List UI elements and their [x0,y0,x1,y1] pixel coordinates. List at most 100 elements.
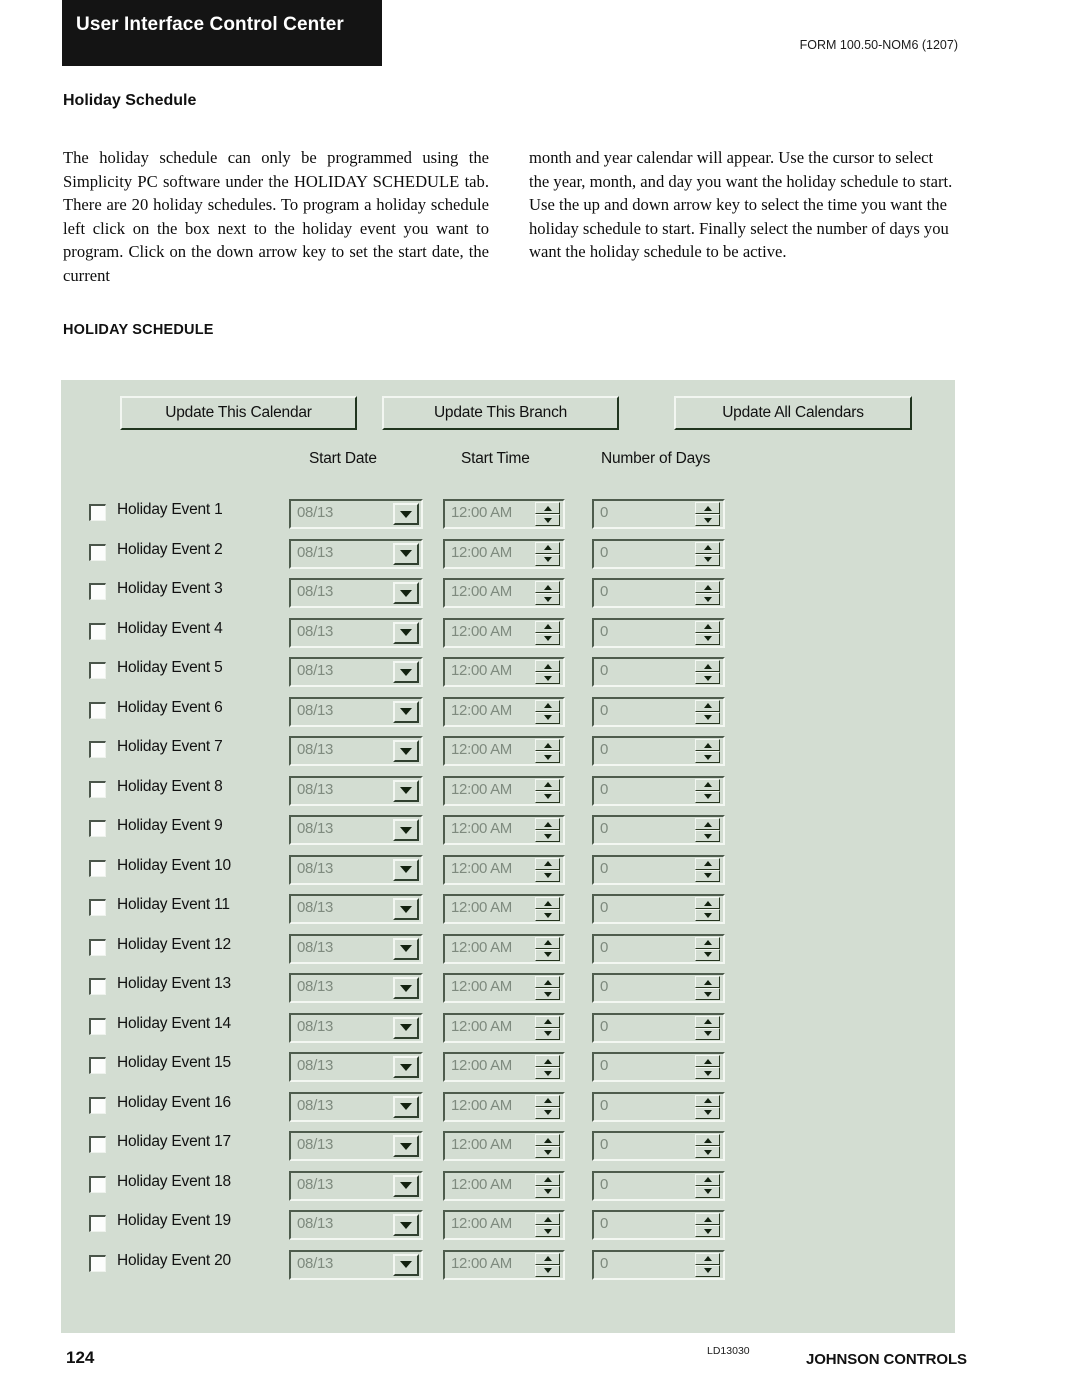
start-time-field[interactable]: 12:00 AM [443,578,565,608]
spinner-up-icon[interactable] [695,581,720,593]
spinner-down-icon[interactable] [695,751,720,763]
start-time-spinner[interactable] [535,1213,560,1238]
chevron-down-icon[interactable] [393,1056,419,1078]
spinner-up-icon[interactable] [535,1173,560,1186]
spinner-up-icon[interactable] [695,1055,720,1067]
spinner-down-icon[interactable] [535,790,560,803]
holiday-event-checkbox[interactable] [89,701,106,719]
number-of-days-spinner[interactable] [695,541,720,567]
start-time-field[interactable]: 12:00 AM [443,538,565,569]
holiday-event-checkbox[interactable] [89,662,106,679]
chevron-down-icon[interactable] [393,621,419,644]
number-of-days-spinner[interactable] [695,897,720,922]
number-of-days-field[interactable]: 0 [592,617,725,648]
spinner-up-icon[interactable] [695,976,720,988]
number-of-days-field[interactable]: 0 [592,973,725,1003]
number-of-days-field[interactable]: 0 [592,1170,725,1201]
spinner-down-icon[interactable] [535,1067,560,1079]
number-of-days-spinner[interactable] [695,1134,720,1159]
spinner-up-icon[interactable] [695,1094,720,1107]
number-of-days-spinner[interactable] [695,660,720,685]
spinner-up-icon[interactable] [535,581,560,593]
spinner-down-icon[interactable] [695,988,720,1000]
number-of-days-field[interactable]: 0 [592,1249,725,1280]
holiday-event-checkbox[interactable] [89,899,106,916]
spinner-down-icon[interactable] [695,830,720,842]
spinner-up-icon[interactable] [535,778,560,791]
spinner-up-icon[interactable] [695,620,720,633]
holiday-event-checkbox[interactable] [89,780,106,798]
chevron-down-icon[interactable] [393,1135,419,1157]
number-of-days-spinner[interactable] [695,1015,720,1041]
start-time-field[interactable]: 12:00 AM [443,1249,565,1280]
chevron-down-icon[interactable] [393,740,419,762]
spinner-down-icon[interactable] [535,553,560,566]
start-time-field[interactable]: 12:00 AM [443,973,565,1003]
spinner-up-icon[interactable] [695,857,720,870]
number-of-days-spinner[interactable] [695,976,720,1001]
start-date-combobox[interactable]: 08/13 [289,894,423,924]
spinner-up-icon[interactable] [535,1213,560,1225]
spinner-down-icon[interactable] [535,1106,560,1119]
start-time-spinner[interactable] [535,818,560,843]
number-of-days-field[interactable]: 0 [592,933,725,964]
start-time-field[interactable]: 12:00 AM [443,499,565,529]
number-of-days-field[interactable]: 0 [592,1131,725,1161]
spinner-up-icon[interactable] [695,897,720,909]
spinner-down-icon[interactable] [535,988,560,1000]
start-time-field[interactable]: 12:00 AM [443,854,565,885]
spinner-down-icon[interactable] [535,593,560,605]
spinner-down-icon[interactable] [695,948,720,961]
chevron-down-icon[interactable] [393,898,419,920]
start-time-field[interactable]: 12:00 AM [443,1210,565,1240]
spinner-up-icon[interactable] [695,1252,720,1265]
start-time-field[interactable]: 12:00 AM [443,1012,565,1043]
start-date-combobox[interactable]: 08/13 [289,854,423,885]
start-time-field[interactable]: 12:00 AM [443,1052,565,1082]
chevron-down-icon[interactable] [393,858,419,881]
holiday-event-checkbox[interactable] [89,1254,106,1272]
spinner-up-icon[interactable] [535,1055,560,1067]
spinner-up-icon[interactable] [695,739,720,751]
spinner-up-icon[interactable] [695,541,720,554]
number-of-days-field[interactable]: 0 [592,1210,725,1240]
start-date-combobox[interactable]: 08/13 [289,1249,423,1280]
chevron-down-icon[interactable] [393,1016,419,1039]
spinner-down-icon[interactable] [695,514,720,526]
start-time-spinner[interactable] [535,502,560,527]
update-this-calendar-button[interactable]: Update This Calendar [120,396,357,430]
spinner-down-icon[interactable] [695,1264,720,1277]
start-date-combobox[interactable]: 08/13 [289,617,423,648]
start-time-spinner[interactable] [535,541,560,567]
spinner-up-icon[interactable] [535,936,560,949]
start-time-spinner[interactable] [535,1015,560,1041]
spinner-up-icon[interactable] [695,1213,720,1225]
spinner-up-icon[interactable] [535,857,560,870]
chevron-down-icon[interactable] [393,779,419,802]
start-time-spinner[interactable] [535,976,560,1001]
start-date-combobox[interactable]: 08/13 [289,775,423,806]
spinner-up-icon[interactable] [695,1173,720,1186]
start-date-combobox[interactable]: 08/13 [289,1210,423,1240]
number-of-days-spinner[interactable] [695,1252,720,1278]
number-of-days-spinner[interactable] [695,1173,720,1199]
spinner-up-icon[interactable] [535,541,560,554]
start-date-combobox[interactable]: 08/13 [289,538,423,569]
spinner-up-icon[interactable] [695,660,720,672]
start-date-combobox[interactable]: 08/13 [289,578,423,608]
number-of-days-spinner[interactable] [695,699,720,725]
spinner-down-icon[interactable] [695,711,720,724]
chevron-down-icon[interactable] [393,819,419,841]
spinner-down-icon[interactable] [535,711,560,724]
number-of-days-spinner[interactable] [695,818,720,843]
spinner-up-icon[interactable] [695,1015,720,1028]
holiday-event-checkbox[interactable] [89,1017,106,1035]
holiday-event-checkbox[interactable] [89,820,106,837]
start-date-combobox[interactable]: 08/13 [289,973,423,1003]
start-time-spinner[interactable] [535,699,560,725]
spinner-down-icon[interactable] [535,751,560,763]
number-of-days-spinner[interactable] [695,1055,720,1080]
spinner-down-icon[interactable] [695,632,720,645]
spinner-down-icon[interactable] [695,1106,720,1119]
chevron-down-icon[interactable] [393,503,419,525]
